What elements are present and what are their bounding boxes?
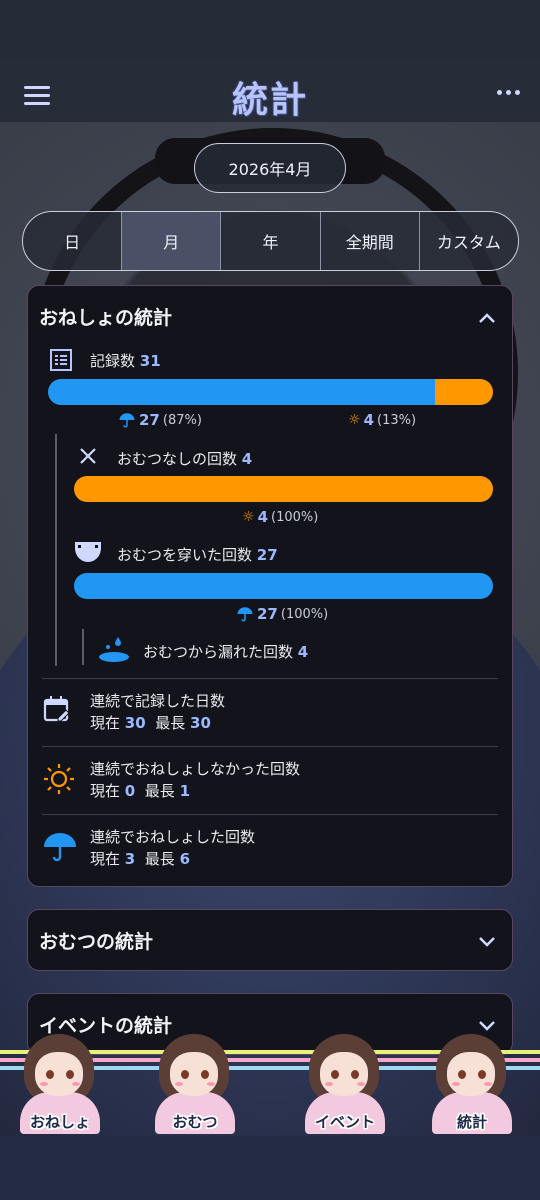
nav-label: おねしょ [29,1113,90,1131]
divider [42,746,498,747]
period-tabs: 日 月 年 全期間 カスタム [22,211,519,271]
streak-values: 現在 0 最長 1 [90,782,191,800]
divider [42,814,498,815]
sun-icon: ☼ [348,412,361,428]
streak-no-bedwetting: 連続でおねしょしなかった回数 現在 0 最長 1 [42,748,498,818]
tab-all-time[interactable]: 全期間 [321,212,420,270]
diaper-wet-legend: 27 (100%) [236,605,328,623]
umbrella-icon [119,413,135,428]
nav-label: おむつ [172,1113,218,1131]
diaper-bar [74,573,493,599]
streak-bedwetting: 連続でおねしょした回数 現在 3 最長 6 [42,816,498,886]
streak-label: 連続で記録した日数 [90,692,226,710]
wet-segment [48,379,436,405]
umbrella-icon [42,830,78,866]
calendar-edit-icon [42,694,78,730]
nav-diaper[interactable]: おむつ [145,1034,245,1134]
chevron-down-icon[interactable] [478,1017,495,1031]
diaper-icon [73,539,103,569]
tree-line [82,629,84,665]
umbrella-icon [237,607,253,622]
no-diaper-dry-legend: ☼ 4 (100%) [242,508,319,526]
tab-day[interactable]: 日 [23,212,123,270]
records-ratio-bar [48,379,493,405]
card-title: おねしょの統計 [39,306,173,329]
chevron-up-icon[interactable] [478,309,495,323]
list-icon [49,348,73,376]
streak-recorded-days: 連続で記録した日数 現在 30 最長 30 [42,680,498,750]
menu-icon[interactable] [24,86,50,106]
tab-year[interactable]: 年 [221,212,321,270]
no-diaper-label: おむつなしの回数 4 [117,450,253,468]
divider [42,678,498,679]
dry-segment [435,379,493,405]
nav-label: 統計 [456,1113,487,1131]
nav-stats[interactable]: 統計 [422,1034,522,1134]
month-selector-button[interactable]: 2026年4月 [194,143,346,193]
bedwetting-stats-header[interactable]: おねしょの統計 [28,286,512,346]
nav-event[interactable]: イベント [295,1034,395,1134]
tab-custom[interactable]: カスタム [420,212,518,270]
dry-segment [74,476,493,502]
page-title: 統計 [231,80,308,121]
chevron-down-icon[interactable] [478,933,495,947]
status-bar-area [0,0,540,60]
sun-icon [42,762,78,798]
leak-icon [98,635,130,667]
wet-segment [74,573,493,599]
streak-values: 現在 3 最長 6 [90,850,191,868]
bedwetting-stats-card: おねしょの統計 記録数 31 27 (87%) ☼ 4 (13%) おむつなしの回数… [27,285,513,887]
nav-bedwetting[interactable]: おねしょ [10,1034,110,1134]
streak-values: 現在 30 最長 30 [90,714,211,732]
sun-icon: ☼ [242,509,255,525]
no-diaper-bar [74,476,493,502]
tree-line [55,434,57,666]
diaper-stats-card[interactable]: おむつの統計 [27,909,513,971]
nav-label: イベント [314,1113,375,1131]
streak-label: 連続でおねしょしなかった回数 [90,760,301,778]
diaper-label: おむつを穿いた回数 27 [117,546,278,564]
streak-label: 連続でおねしょした回数 [90,828,256,846]
leak-label: おむつから漏れた回数 4 [143,643,309,661]
more-options-icon[interactable] [497,90,520,95]
app-bar: 統計 [0,60,540,122]
close-icon [78,446,98,470]
card-title: おむつの統計 [39,930,154,953]
dry-legend: ☼ 4 (13%) [348,411,417,429]
bottom-navigation: おねしょ おむつ イベント 統計 [0,1034,540,1200]
records-label: 記録数 31 [90,352,161,370]
wet-legend: 27 (87%) [118,411,202,429]
tab-month[interactable]: 月 [122,212,222,270]
